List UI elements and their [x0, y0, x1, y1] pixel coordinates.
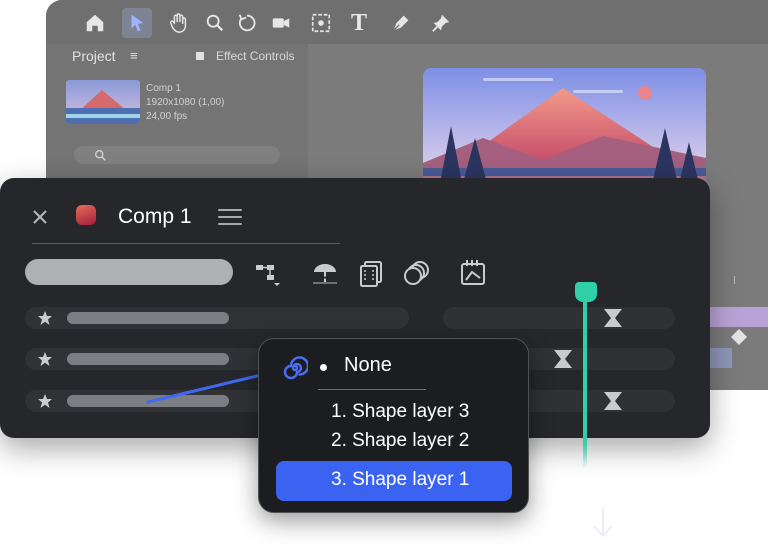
pick-whip-spiral-icon[interactable] [282, 355, 308, 381]
comp-thumbnail[interactable] [66, 80, 140, 124]
layer-name-bar [67, 353, 229, 365]
playhead-handle[interactable] [575, 282, 597, 302]
layer-row[interactable] [25, 307, 409, 329]
keyframe-hold-icon[interactable] [602, 308, 624, 328]
dropdown-option-selected[interactable]: 3. Shape layer 1 [276, 461, 512, 501]
text-tool-icon[interactable]: T [344, 8, 374, 38]
graph-editor-icon[interactable] [458, 258, 488, 288]
tool-bar: T [46, 0, 768, 44]
keyframe-icon[interactable] [730, 328, 748, 346]
selection-tool-icon[interactable] [122, 8, 152, 38]
project-tab[interactable]: Project [72, 48, 116, 64]
comp-info: Comp 1 1920x1080 (1,00) 24,00 fps [146, 82, 224, 124]
star-icon[interactable] [37, 393, 53, 409]
close-icon[interactable] [31, 208, 49, 226]
rotate-tool-icon[interactable] [232, 8, 262, 38]
layer-bar [710, 307, 768, 327]
effect-controls-tab[interactable]: Effect Controls [182, 44, 316, 68]
playhead-line[interactable] [583, 298, 587, 468]
zoom-tool-icon[interactable] [200, 8, 230, 38]
comp-resolution: 1920x1080 (1,00) [146, 97, 225, 108]
dropdown-option-none[interactable]: None [344, 354, 392, 377]
frame-blending-icon[interactable] [357, 258, 387, 288]
layer-search-input[interactable] [25, 259, 233, 285]
panel-title: Comp 1 [118, 205, 192, 228]
ruler-tick [734, 276, 735, 284]
star-icon[interactable] [37, 310, 53, 326]
puppet-pin-tool-icon[interactable] [426, 8, 456, 38]
keyframe-hold-icon[interactable] [552, 349, 574, 369]
comp-fps: 24,00 fps [146, 111, 188, 122]
menu-icon[interactable] [218, 209, 242, 225]
comp-name-small: Comp 1 [146, 83, 182, 94]
shy-layers-icon[interactable] [310, 258, 340, 288]
layer-name-bar [67, 395, 229, 407]
selected-dot-icon [320, 364, 327, 371]
dropdown-option-label: 3. Shape layer 1 [331, 469, 470, 490]
hierarchy-icon[interactable] [254, 258, 284, 288]
panel-square-icon [196, 52, 204, 60]
cursor-arrow-icon [593, 508, 613, 538]
dropdown-option[interactable]: 2. Shape layer 2 [331, 430, 469, 452]
camera-tool-icon[interactable] [266, 8, 296, 38]
dropdown-divider [318, 389, 426, 390]
home-icon[interactable] [80, 8, 110, 38]
effect-controls-label: Effect Controls [216, 49, 295, 63]
comp-color-swatch[interactable] [76, 205, 96, 225]
hand-tool-icon[interactable] [164, 8, 194, 38]
project-menu-icon[interactable]: ≡ [130, 48, 138, 63]
timeline-track[interactable] [443, 307, 675, 329]
layer-name-bar [67, 312, 229, 324]
layer-bar [710, 348, 732, 368]
anchor-point-tool-icon[interactable] [306, 8, 336, 38]
title-divider [32, 243, 340, 244]
search-icon [95, 150, 106, 161]
keyframe-hold-icon[interactable] [602, 391, 624, 411]
star-icon[interactable] [37, 351, 53, 367]
motion-blur-icon[interactable] [402, 258, 432, 288]
project-search-input[interactable] [74, 146, 280, 164]
dropdown-option[interactable]: 1. Shape layer 3 [331, 401, 469, 423]
pen-tool-icon[interactable] [386, 8, 416, 38]
